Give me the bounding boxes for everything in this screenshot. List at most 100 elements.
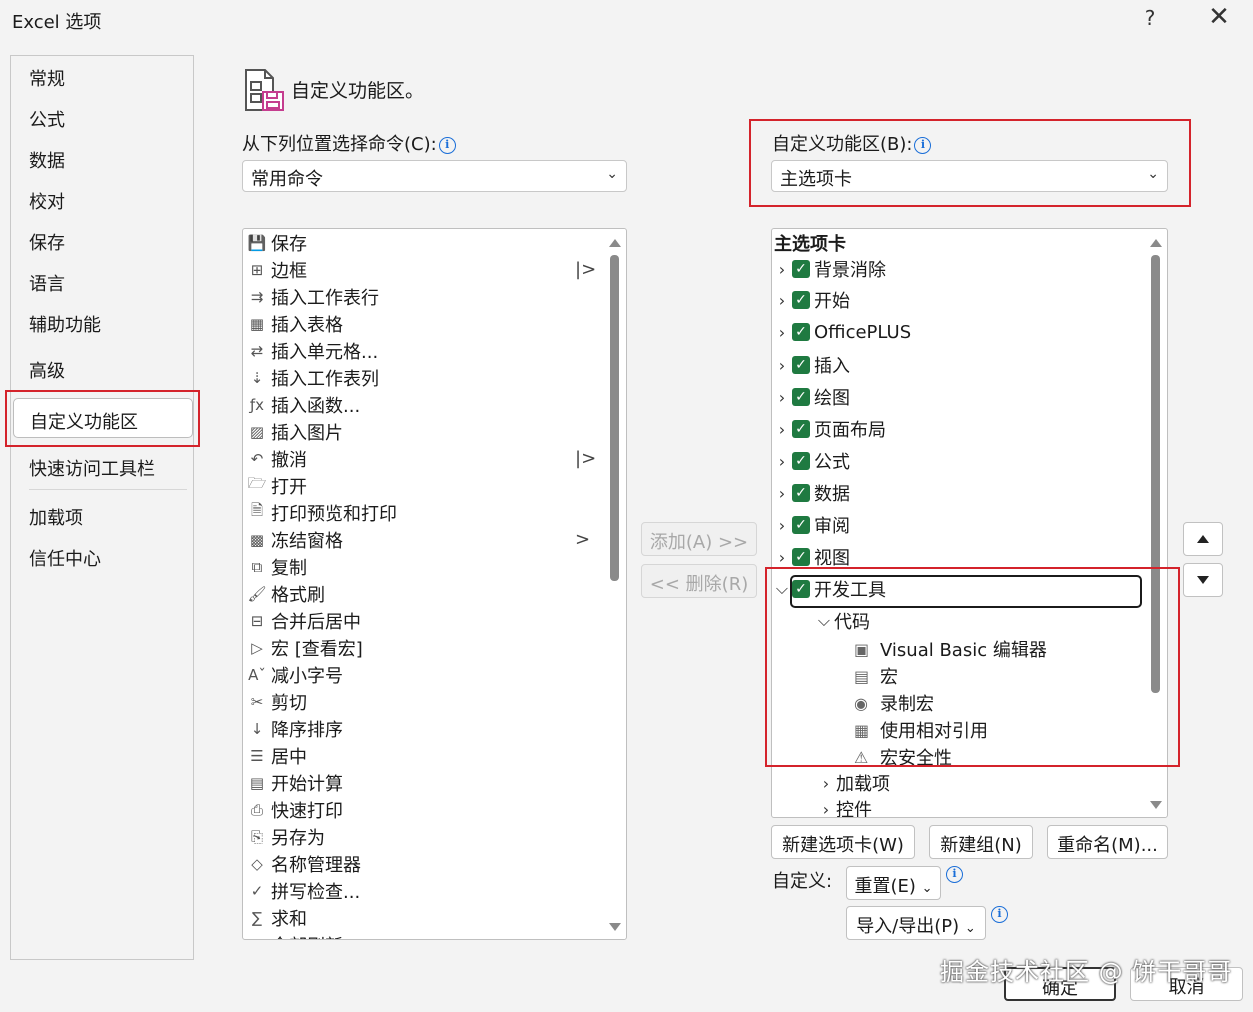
nav-item-data[interactable]: 数据	[29, 147, 65, 173]
chevron-right-icon[interactable]: ›	[774, 452, 790, 471]
command-item[interactable]: ⊟ 合并后居中	[245, 607, 361, 634]
command-item[interactable]: ↓ 降序排序	[245, 715, 343, 742]
chevron-right-icon[interactable]: ›	[818, 774, 834, 793]
checkbox-checked-icon[interactable]: ✓	[792, 291, 810, 309]
ribbon-tab-item[interactable]: › ✓ OfficePLUS	[774, 318, 911, 346]
ribbon-tab-item[interactable]: › ✓ 页面布局	[774, 415, 886, 443]
import-export-button[interactable]: 导入/导出(P) ⌄	[846, 906, 986, 940]
chevron-right-icon[interactable]: ›	[774, 291, 790, 310]
scroll-down-icon[interactable]	[1150, 801, 1162, 809]
command-item[interactable]: ƒx 插入函数...	[245, 391, 360, 418]
rename-button[interactable]: 重命名(M)...	[1047, 825, 1168, 859]
chevron-right-icon[interactable]: ›	[774, 420, 790, 439]
command-item[interactable]: ⇣ 插入工作表列	[245, 364, 379, 391]
nav-item-addins[interactable]: 加载项	[29, 504, 83, 530]
command-item[interactable]: ▤ 开始计算	[245, 769, 343, 796]
checkbox-checked-icon[interactable]: ✓	[792, 356, 810, 374]
ribbon-tab-item[interactable]: › ✓ 背景消除	[774, 255, 886, 283]
group-addins-label: 加载项	[836, 774, 890, 795]
command-item[interactable]: ⟳全部刷新	[245, 931, 343, 940]
move-down-button[interactable]	[1183, 563, 1223, 597]
close-button[interactable]: ✕	[1206, 2, 1232, 32]
ribbon-tab-item[interactable]: › ✓ 绘图	[774, 383, 850, 411]
reset-button[interactable]: 重置(E) ⌄	[846, 866, 941, 900]
nav-item-trust-center[interactable]: 信任中心	[29, 545, 101, 571]
command-item[interactable]: ◇ 名称管理器	[245, 850, 361, 877]
command-item[interactable]: ▷ 宏 [查看宏]	[245, 634, 363, 661]
command-item[interactable]: ⇉ 插入工作表行	[245, 283, 379, 310]
nav-item-proofing[interactable]: 校对	[29, 188, 65, 214]
choose-commands-dropdown[interactable]: 常用命令 ⌄	[242, 160, 627, 192]
nav-item-language[interactable]: 语言	[29, 270, 65, 296]
nav-item-general[interactable]: 常规	[29, 65, 65, 91]
command-item[interactable]: ☰ 居中	[245, 742, 307, 769]
commands-scrollbar[interactable]	[605, 229, 625, 939]
commands-list[interactable]: 💾 保存 ⊞ 边框 |> ⇉ 插入工作表行 ▦ 插入表格 ⇄ 插入单元格... ⇣ 插入工作表列 ƒx 插入…	[242, 228, 627, 940]
page-title: 自定义功能区。	[291, 80, 425, 102]
info-icon[interactable]: i	[438, 137, 456, 154]
remove-button[interactable]: << 删除(R)	[641, 564, 757, 598]
chevron-right-icon[interactable]: ›	[774, 484, 790, 503]
checkbox-checked-icon[interactable]: ✓	[792, 420, 810, 438]
help-button[interactable]: ?	[1140, 6, 1160, 30]
add-button[interactable]: 添加(A) >>	[641, 522, 757, 556]
scroll-down-icon[interactable]	[609, 923, 621, 931]
checkbox-checked-icon[interactable]: ✓	[792, 260, 810, 278]
checkbox-checked-icon[interactable]: ✓	[792, 516, 810, 534]
info-icon[interactable]: i	[991, 906, 1008, 923]
command-item[interactable]: ⇄ 插入单元格...	[245, 337, 378, 364]
ribbon-tab-item[interactable]: › ✓ 公式	[774, 447, 850, 475]
command-item[interactable]: ✓ 拼写检查...	[245, 877, 360, 904]
command-item[interactable]: 🗁 打开	[245, 472, 307, 499]
nav-item-advanced[interactable]: 高级	[29, 357, 65, 383]
scroll-up-icon[interactable]	[1150, 239, 1162, 247]
ribbon-tab-item[interactable]: › ✓ 审阅	[774, 511, 850, 539]
scroll-thumb[interactable]	[610, 255, 619, 581]
new-tab-button[interactable]: 新建选项卡(W)	[771, 825, 915, 859]
command-item[interactable]: Aˇ 减小字号	[245, 661, 343, 688]
command-item[interactable]: ↶ 撤消 |>	[245, 445, 596, 472]
move-up-button[interactable]	[1183, 522, 1223, 556]
checkbox-checked-icon[interactable]: ✓	[792, 323, 810, 341]
checkbox-checked-icon[interactable]: ✓	[792, 452, 810, 470]
chevron-right-icon[interactable]: ›	[774, 356, 790, 375]
group-addins[interactable]: › 加载项	[818, 769, 890, 797]
chevron-right-icon[interactable]: ›	[818, 800, 834, 818]
command-item[interactable]: 🖌 格式刷	[245, 580, 325, 607]
macro-play-icon: ▷	[251, 638, 263, 657]
new-group-button[interactable]: 新建组(N)	[929, 825, 1033, 859]
command-item[interactable]: ⎘ 另存为	[245, 823, 325, 850]
command-item[interactable]: 🗎 打印预览和打印	[245, 499, 397, 526]
command-item[interactable]: ▨ 插入图片	[245, 418, 343, 445]
command-item[interactable]: ⎙ 快速打印	[245, 796, 343, 823]
command-item[interactable]: ▦ 插入表格	[245, 310, 343, 337]
checkbox-checked-icon[interactable]: ✓	[792, 548, 810, 566]
command-label: 插入表格	[271, 314, 343, 336]
checkbox-checked-icon[interactable]: ✓	[792, 484, 810, 502]
command-label: 宏 [查看宏]	[271, 638, 363, 660]
fx-icon: ƒx	[249, 395, 265, 414]
command-item[interactable]: ▩ 冻结窗格 >	[245, 526, 590, 553]
chevron-right-icon[interactable]: ›	[774, 516, 790, 535]
chevron-right-icon[interactable]: ›	[774, 388, 790, 407]
chevron-right-icon[interactable]: ›	[774, 260, 790, 279]
command-item[interactable]: ⧉ 复制	[245, 553, 307, 580]
scroll-up-icon[interactable]	[609, 239, 621, 247]
command-item[interactable]: 💾 保存	[245, 229, 307, 256]
nav-item-accessibility[interactable]: 辅助功能	[29, 311, 101, 337]
checkbox-checked-icon[interactable]: ✓	[792, 388, 810, 406]
nav-item-quick-access[interactable]: 快速访问工具栏	[29, 455, 155, 481]
ribbon-tab-label: OfficePLUS	[814, 321, 912, 343]
ribbon-tab-item[interactable]: › ✓ 插入	[774, 351, 850, 379]
group-controls[interactable]: › 控件	[818, 795, 872, 818]
nav-item-formulas[interactable]: 公式	[29, 106, 65, 132]
command-item[interactable]: ∑ 求和	[245, 904, 307, 931]
chevron-right-icon[interactable]: ›	[774, 548, 790, 567]
ribbon-tab-item[interactable]: › ✓ 数据	[774, 479, 850, 507]
info-icon[interactable]: i	[946, 866, 963, 883]
command-item[interactable]: ⊞ 边框 |>	[245, 256, 596, 283]
ribbon-tab-item[interactable]: › ✓ 开始	[774, 286, 850, 314]
nav-item-save[interactable]: 保存	[29, 229, 65, 255]
chevron-right-icon[interactable]: ›	[774, 323, 790, 342]
command-item[interactable]: ✂ 剪切	[245, 688, 307, 715]
